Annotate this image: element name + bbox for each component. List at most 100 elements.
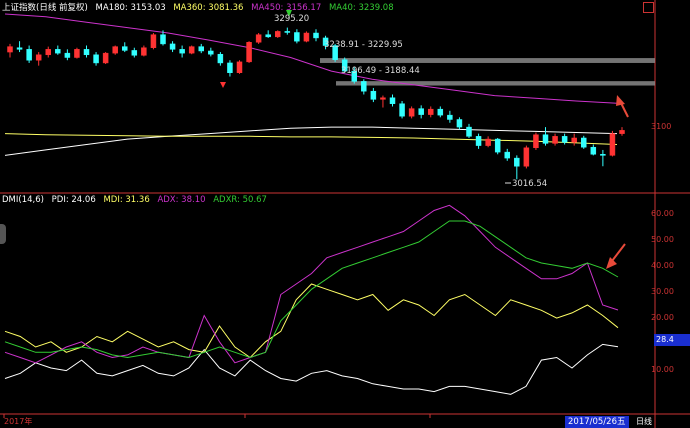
candle-body [303, 32, 310, 42]
candle-body [7, 46, 13, 53]
ma40-label: MA40: 3239.08 [328, 3, 394, 13]
chart-canvas [0, 0, 690, 428]
candle-body [284, 31, 291, 33]
dmi-axis-tick: 10.00 [651, 365, 674, 374]
dmi-panel [3, 204, 626, 418]
candle-body [475, 136, 482, 146]
resistance-band [336, 81, 655, 86]
candle-body [93, 54, 99, 64]
candle-body [504, 151, 510, 159]
candle-body [523, 147, 530, 167]
dmi-axis-tick: 30.00 [651, 287, 674, 296]
candle-body [112, 46, 118, 54]
sell-marker-icon [220, 82, 226, 88]
candle-body [179, 49, 185, 54]
year-label: 2017年 [4, 417, 33, 426]
cursor-date-badge: 2017/05/26五 [565, 416, 629, 428]
resistance-band [320, 58, 655, 63]
candle-body [275, 31, 281, 38]
candle-body [55, 49, 61, 54]
candle-body [571, 137, 577, 143]
price-panel [4, 10, 655, 184]
candle-body [542, 134, 549, 144]
candle-body [188, 46, 195, 54]
adx-label: ADX: 38.10 [157, 195, 206, 205]
candle-body [227, 62, 233, 73]
ma360-label: MA360: 3081.36 [173, 3, 244, 13]
candle-body [552, 136, 558, 144]
candle-body [294, 32, 300, 42]
low-price-label: 3016.54 [512, 179, 548, 189]
candle-body [447, 114, 453, 120]
candle-body [361, 81, 367, 92]
candle-body [313, 32, 319, 39]
period-label[interactable]: 日线 [636, 416, 652, 427]
dmi-current-value-badge: 28.4 [654, 334, 690, 346]
annotation-arrowhead-icon [616, 95, 625, 106]
candle-body [236, 61, 243, 73]
candle-body [466, 126, 472, 137]
dmi-axis-tick: 20.00 [651, 313, 674, 322]
candle-body [265, 34, 271, 38]
candle-body [389, 97, 396, 104]
panel-close-icon[interactable] [643, 2, 654, 13]
candle-body [26, 49, 32, 61]
scroll-handle[interactable] [0, 224, 6, 244]
resistance-band-2-label: 3196.49 - 3188.44 [341, 66, 420, 76]
candle-body [600, 154, 606, 156]
chart-title: 上证指数(日线 前复权) [2, 3, 88, 13]
dmi-header: DMI(14,6) PDI: 24.06 MDI: 31.36 ADX: 38.… [2, 194, 272, 206]
candle-body [255, 34, 262, 43]
dmi-axis-tick: 40.00 [651, 261, 674, 270]
candle-body [399, 103, 405, 117]
candle-body [16, 47, 23, 50]
candle-body [169, 43, 176, 50]
dmi-line-mdi [4, 283, 619, 359]
candle-body [64, 52, 71, 58]
candle-body [217, 53, 224, 64]
dmi-title: DMI(14,6) [2, 195, 44, 205]
candle-body [141, 47, 147, 56]
candle-body [590, 146, 597, 155]
candle-body [408, 108, 415, 117]
candle-body [514, 157, 520, 167]
price-axis-tick: 3100 [651, 122, 672, 131]
candle-body [456, 119, 463, 128]
candle-body [380, 97, 386, 100]
candle-body [437, 108, 444, 116]
resistance-band-1-label: 3238.91 - 3229.95 [324, 40, 403, 50]
mdi-label: MDI: 31.36 [103, 195, 150, 205]
adxr-label: ADXR: 50.67 [213, 195, 267, 205]
candle-body [131, 50, 138, 56]
candle-body [428, 108, 434, 115]
candle-body [619, 130, 625, 134]
price-header: 上证指数(日线 前复权) MA180: 3153.03 MA360: 3081.… [2, 2, 399, 14]
candle-body [208, 50, 214, 55]
candle-body [609, 133, 616, 156]
candle-body [122, 46, 128, 51]
annotation-arrow [611, 243, 626, 262]
dmi-axis-tick: 50.00 [651, 235, 674, 244]
ma450-label: MA450: 3156.17 [251, 3, 322, 13]
ma180-label: MA180: 3153.03 [95, 3, 166, 13]
pdi-label: PDI: 24.06 [51, 195, 96, 205]
candle-body [494, 138, 501, 153]
candle-body [418, 108, 424, 115]
candle-body [246, 42, 252, 63]
candle-body [198, 46, 204, 52]
candle-body [561, 136, 568, 143]
candle-body [150, 34, 157, 48]
candle-body [160, 34, 166, 45]
dmi-axis-tick: 60.00 [651, 209, 674, 218]
candle-body [370, 90, 377, 100]
candle-body [485, 138, 491, 146]
candle-body [581, 137, 587, 148]
annotation-arrowhead-icon [606, 257, 617, 269]
candle-body [45, 49, 51, 56]
candle-body [74, 49, 80, 58]
candle-body [533, 134, 539, 149]
candle-body [102, 52, 109, 64]
candle-body [83, 49, 90, 56]
high-price-label: 3295.20 [274, 14, 310, 24]
candle-body [35, 54, 42, 61]
